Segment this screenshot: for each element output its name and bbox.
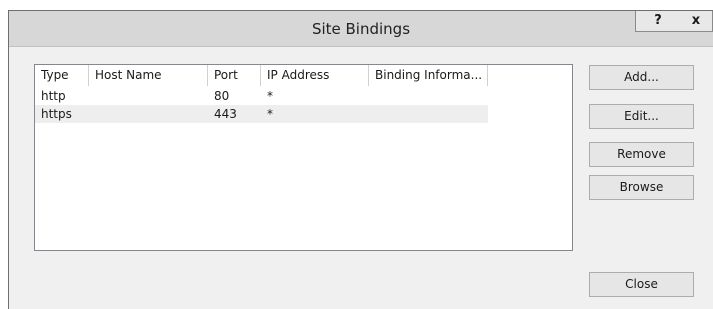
column-header-port[interactable]: Port <box>208 65 261 86</box>
title-bar: Site Bindings ? x <box>9 11 713 47</box>
cell-host-name <box>89 105 208 123</box>
bindings-list[interactable]: Type Host Name Port IP Address Binding I… <box>34 64 573 251</box>
cell-binding-information <box>369 105 488 123</box>
table-row[interactable]: https 443 * <box>35 105 488 123</box>
column-header-ip-address[interactable]: IP Address <box>261 65 369 86</box>
dialog-title: Site Bindings <box>311 20 411 38</box>
column-header-binding-information[interactable]: Binding Informa... <box>369 65 488 86</box>
cell-port: 80 <box>214 89 230 103</box>
edit-button[interactable]: Edit... <box>589 104 694 129</box>
cell-type: https <box>41 107 72 121</box>
cell-type: http <box>41 89 66 103</box>
cell-port: 443 <box>214 107 237 121</box>
close-button[interactable]: Close <box>589 272 694 297</box>
close-window-button[interactable]: x <box>680 11 713 32</box>
cell-host-name <box>89 87 208 105</box>
help-button[interactable]: ? <box>635 11 681 32</box>
browse-button[interactable]: Browse <box>589 175 694 200</box>
column-header-host-name[interactable]: Host Name <box>89 65 208 86</box>
table-row[interactable]: http 80 * <box>35 87 488 105</box>
cell-ip-address: * <box>267 107 273 121</box>
cell-binding-information <box>369 87 488 105</box>
column-header-row: Type Host Name Port IP Address Binding I… <box>35 65 488 86</box>
column-header-type[interactable]: Type <box>35 65 89 86</box>
remove-button[interactable]: Remove <box>589 142 694 167</box>
add-button[interactable]: Add... <box>589 65 694 90</box>
cell-ip-address: * <box>267 89 273 103</box>
site-bindings-dialog: Site Bindings ? x Type Host Name Port IP… <box>8 10 713 309</box>
